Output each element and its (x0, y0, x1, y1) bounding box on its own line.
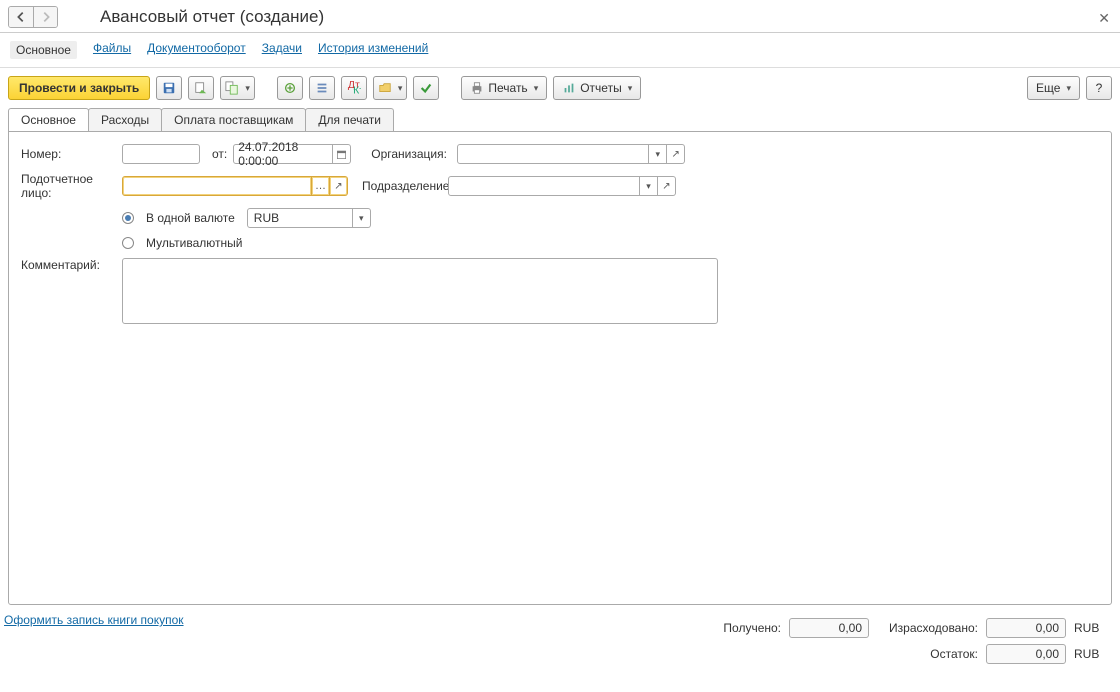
reports-button[interactable]: Отчеты ▾ (553, 76, 641, 100)
check-icon (419, 81, 433, 95)
files-button[interactable] (277, 76, 303, 100)
help-button[interactable]: ? (1086, 76, 1112, 100)
check-button[interactable] (413, 76, 439, 100)
related-docs-button[interactable]: ▾ (373, 76, 408, 100)
tab-main[interactable]: Основное (8, 108, 89, 131)
currency-value[interactable]: RUB (247, 208, 353, 228)
nav-back-button[interactable] (9, 7, 33, 27)
spent-label: Израсходовано: (889, 621, 978, 635)
svg-text:Кт: Кт (353, 84, 361, 95)
number-input[interactable] (122, 144, 200, 164)
org-field: ▾ ↗ (457, 144, 685, 164)
create-based-button[interactable]: ▾ (220, 76, 255, 100)
calendar-icon (336, 149, 347, 160)
currency-label-1: RUB (1074, 621, 1104, 635)
arrow-left-icon (14, 10, 28, 24)
help-icon: ? (1096, 81, 1103, 95)
org-label: Организация: (371, 147, 451, 161)
page-title: Авансовый отчет (создание) (100, 7, 324, 27)
caret-down-icon: ▾ (398, 83, 403, 94)
division-field: ▾ ↗ (448, 176, 676, 196)
org-open-button[interactable]: ↗ (667, 144, 685, 164)
create-based-icon (225, 81, 239, 95)
currency-dropdown[interactable]: ▾ (353, 208, 371, 228)
more-label: Еще (1036, 81, 1060, 95)
linkbar-history[interactable]: История изменений (318, 41, 428, 59)
conduct-close-button[interactable]: Провести и закрыть (8, 76, 150, 100)
currency-field: RUB ▾ (247, 208, 371, 228)
save-icon (162, 81, 176, 95)
comment-input[interactable] (122, 258, 718, 324)
conduct-icon (194, 81, 208, 95)
tab-for-print[interactable]: Для печати (305, 108, 394, 131)
nav-forward-button[interactable] (33, 7, 57, 27)
structure-button[interactable] (309, 76, 335, 100)
dt-kt-button[interactable]: ДтКт (341, 76, 367, 100)
single-currency-radio[interactable] (122, 212, 134, 224)
org-dropdown[interactable]: ▾ (649, 144, 667, 164)
multi-currency-radio[interactable] (122, 237, 134, 249)
date-field[interactable]: 24.07.2018 0:00:00 (233, 144, 351, 164)
printer-icon (470, 81, 484, 95)
calendar-button[interactable] (333, 144, 351, 164)
reports-label: Отчеты (580, 81, 621, 95)
linkbar-main[interactable]: Основное (10, 41, 77, 59)
person-field: … ↗ (122, 176, 348, 196)
linkbar-docflow[interactable]: Документооборот (147, 41, 246, 59)
division-dropdown[interactable]: ▾ (640, 176, 658, 196)
multi-currency-label: Мультивалютный (146, 236, 243, 250)
single-currency-label: В одной валюте (146, 211, 235, 225)
caret-down-icon: ▾ (1066, 83, 1071, 94)
clip-icon (283, 81, 297, 95)
folder-icon (378, 81, 392, 95)
from-label: от: (212, 147, 227, 161)
caret-down-icon: ▾ (628, 83, 633, 94)
number-label: Номер: (21, 147, 116, 161)
caret-down-icon: ▾ (245, 83, 250, 94)
person-open-button[interactable]: ↗ (330, 176, 348, 196)
reports-icon (562, 81, 576, 95)
caret-down-icon: ▾ (534, 83, 539, 94)
remain-value: 0,00 (986, 644, 1066, 664)
org-input[interactable] (457, 144, 649, 164)
division-open-button[interactable]: ↗ (658, 176, 676, 196)
person-input[interactable] (122, 176, 312, 196)
person-ellipsis[interactable]: … (312, 176, 330, 196)
linkbar-tasks[interactable]: Задачи (262, 41, 302, 59)
close-button[interactable]: ✕ (1098, 10, 1110, 27)
arrow-right-icon (39, 10, 53, 24)
dtkt-icon: ДтКт (347, 81, 361, 95)
division-label: Подразделение: (362, 179, 442, 193)
person-label: Подотчетное лицо: (21, 172, 116, 200)
conduct-button[interactable] (188, 76, 214, 100)
list-icon (315, 81, 329, 95)
division-input[interactable] (448, 176, 640, 196)
book-entry-link[interactable]: Оформить запись книги покупок (4, 613, 184, 627)
linkbar-files[interactable]: Файлы (93, 41, 131, 59)
print-label: Печать (488, 81, 527, 95)
spent-value: 0,00 (986, 618, 1066, 638)
received-value: 0,00 (789, 618, 869, 638)
save-button[interactable] (156, 76, 182, 100)
comment-label: Комментарий: (21, 258, 116, 272)
currency-label-2: RUB (1074, 647, 1104, 661)
date-value[interactable]: 24.07.2018 0:00:00 (233, 144, 333, 164)
print-button[interactable]: Печать ▾ (461, 76, 547, 100)
tab-expenses[interactable]: Расходы (88, 108, 162, 131)
tab-pay-suppliers[interactable]: Оплата поставщикам (161, 108, 306, 131)
more-button[interactable]: Еще ▾ (1027, 76, 1080, 100)
received-label: Получено: (723, 621, 781, 635)
remain-label: Остаток: (930, 647, 978, 661)
